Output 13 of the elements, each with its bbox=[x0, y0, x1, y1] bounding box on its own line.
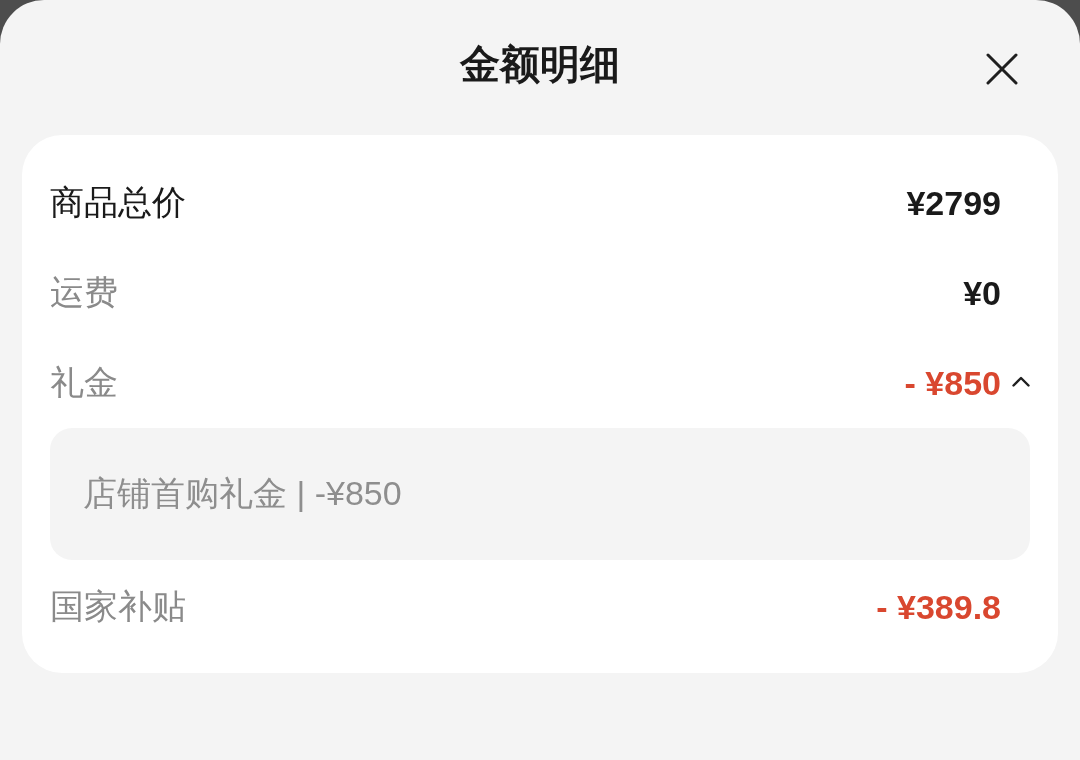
row-label: 国家补贴 bbox=[50, 586, 186, 627]
amount-value: - ¥389.8 bbox=[876, 587, 1001, 627]
amount-value: ¥0 bbox=[963, 273, 1001, 313]
close-icon bbox=[986, 53, 1018, 85]
amount-value: ¥2799 bbox=[906, 183, 1001, 223]
sheet-title: 金额明细 bbox=[460, 41, 620, 88]
caret-up-icon[interactable] bbox=[1012, 375, 1030, 387]
close-button[interactable] bbox=[984, 51, 1020, 87]
row-label: 礼金 bbox=[50, 362, 118, 403]
amount-value: - ¥850 bbox=[904, 363, 1001, 403]
row-label: 商品总价 bbox=[50, 182, 186, 223]
row-label: 运费 bbox=[50, 272, 118, 313]
detail-text: 店铺首购礼金 | -¥850 bbox=[83, 473, 403, 514]
